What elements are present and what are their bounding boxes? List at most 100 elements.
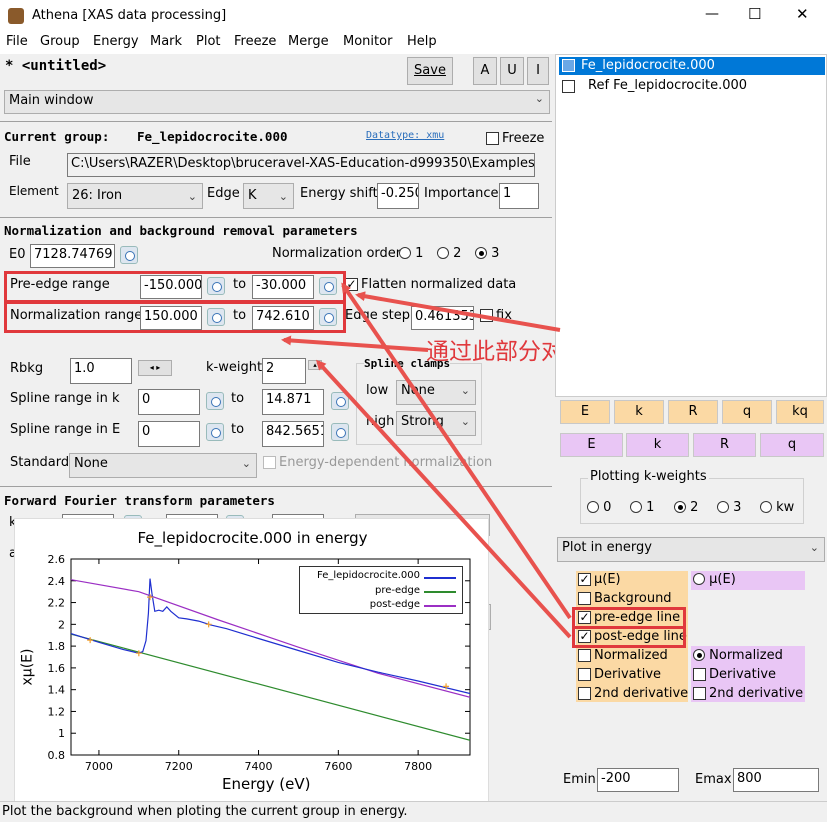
plot-k-button[interactable]: k xyxy=(614,400,664,424)
plot-marked-r-button[interactable]: R xyxy=(693,433,756,457)
kweight-spinner[interactable]: ▴ xyxy=(308,360,322,370)
pluck-icon[interactable] xyxy=(120,246,138,264)
flatten-checkbox[interactable]: ✓ xyxy=(345,278,358,291)
pluck-icon[interactable] xyxy=(331,423,349,441)
group-item-selected[interactable]: Fe_lepidocrocite.000 xyxy=(559,57,825,75)
edn-label: Energy-dependent normalization xyxy=(279,455,493,470)
rbkg-field[interactable]: 1.0 xyxy=(70,358,132,384)
menu-file[interactable]: File xyxy=(6,34,28,49)
plot-kq-button[interactable]: kq xyxy=(776,400,824,424)
title-bar: Athena [XAS data processing] — ☐ ✕ xyxy=(0,0,827,32)
minimize-icon[interactable]: — xyxy=(705,6,719,22)
spline-k-min-field[interactable]: 0 xyxy=(138,389,200,415)
menu-monitor[interactable]: Monitor xyxy=(343,34,392,49)
plot-r-button[interactable]: R xyxy=(668,400,718,424)
edge-step-label: Edge step xyxy=(345,308,410,323)
spline-e-max-field[interactable]: 842.5651 xyxy=(262,421,324,447)
datatype-link[interactable]: Datatype: xmu xyxy=(366,130,444,141)
plot-marked-e-button[interactable]: E xyxy=(560,433,623,457)
pluck-icon[interactable] xyxy=(331,392,349,410)
standard-select[interactable]: None ⌄ xyxy=(69,453,257,478)
norm-order-label: Normalization order xyxy=(272,246,402,261)
spline-e-min-field[interactable]: 0 xyxy=(138,421,200,447)
plot-marked-q-button[interactable]: q xyxy=(760,433,824,457)
norm-order-1[interactable]: 1 xyxy=(399,246,423,261)
derivative-checkbox[interactable] xyxy=(578,668,591,681)
y-tick-label: 1.4 xyxy=(48,684,66,697)
save-button[interactable]: Save xyxy=(407,57,453,85)
norm-order-3[interactable]: 3 xyxy=(475,246,499,261)
radio-selected-icon xyxy=(674,501,686,513)
legend-swatch-post xyxy=(424,605,456,607)
freeze-checkbox[interactable] xyxy=(486,132,499,145)
edn-checkbox[interactable] xyxy=(263,456,276,469)
menu-group[interactable]: Group xyxy=(40,34,80,49)
file-path-field[interactable]: C:\Users\RAZER\Desktop\bruceravel-XAS-Ed… xyxy=(67,153,535,177)
clamp-low-select[interactable]: None ⌄ xyxy=(396,380,476,405)
kweight-option-2[interactable]: 2 xyxy=(674,500,698,515)
group-item-label[interactable]: Ref Fe_lepidocrocite.000 xyxy=(588,78,747,93)
fix-checkbox[interactable] xyxy=(480,309,493,322)
menu-help[interactable]: Help xyxy=(407,34,437,49)
standard-label: Standard xyxy=(10,455,70,470)
mu-checkbox[interactable]: ✓ xyxy=(578,573,591,586)
menu-mark[interactable]: Mark xyxy=(150,34,182,49)
energy-shift-label: Energy shift xyxy=(300,186,378,201)
a-button[interactable]: A xyxy=(473,57,497,85)
legend-label-data: Fe_lepidocrocite.000 xyxy=(316,570,420,581)
plot-in-select[interactable]: Plot in energy ⌄ xyxy=(557,537,825,562)
i-button[interactable]: I xyxy=(527,57,549,85)
maximize-icon[interactable]: ☐ xyxy=(748,5,761,23)
chevron-down-icon: ⌄ xyxy=(460,415,470,428)
menu-energy[interactable]: Energy xyxy=(93,34,139,49)
view-select[interactable]: Main window ⌄ xyxy=(4,90,550,114)
clamp-high-select[interactable]: Strong ⌄ xyxy=(396,411,476,436)
marked-mu-radio[interactable]: μ(E) xyxy=(693,572,736,587)
pluck-icon[interactable] xyxy=(206,423,224,441)
second-derivative-checkbox[interactable] xyxy=(578,687,591,700)
edge-select[interactable]: K ⌄ xyxy=(243,183,294,209)
menu-merge[interactable]: Merge xyxy=(288,34,329,49)
menu-plot[interactable]: Plot xyxy=(196,34,221,49)
plot-marked-k-button[interactable]: k xyxy=(626,433,689,457)
divider xyxy=(0,121,552,122)
rbkg-label: Rbkg xyxy=(10,361,44,376)
kweight-option-3[interactable]: 3 xyxy=(717,500,741,515)
group-list[interactable]: Fe_lepidocrocite.000 Ref Fe_lepidocrocit… xyxy=(555,54,827,397)
chart-ylabel: xμ(E) xyxy=(19,648,36,686)
chart-xlabel: Energy (eV) xyxy=(222,775,311,793)
background-checkbox[interactable] xyxy=(578,592,591,605)
menu-freeze[interactable]: Freeze xyxy=(234,34,276,49)
edge-step-field[interactable]: 0.461353 xyxy=(411,306,474,330)
radio-icon xyxy=(760,501,772,513)
file-label: File xyxy=(9,154,31,169)
emax-field[interactable]: 800 xyxy=(733,768,819,792)
e0-field[interactable]: 7128.74769 xyxy=(30,244,115,268)
group-checkbox[interactable] xyxy=(562,80,575,93)
kweight-option-1[interactable]: 1 xyxy=(630,500,654,515)
emin-field[interactable]: -200 xyxy=(597,768,679,792)
marked-derivative-checkbox[interactable] xyxy=(693,668,706,681)
normalized-checkbox[interactable] xyxy=(578,649,591,662)
norm-order-2[interactable]: 2 xyxy=(437,246,461,261)
marked-normalized-radio[interactable]: Normalized xyxy=(693,648,783,663)
pluck-icon[interactable] xyxy=(206,392,224,410)
legend-swatch-pre xyxy=(424,591,456,593)
group-checkbox[interactable] xyxy=(562,59,575,72)
spline-k-max-field[interactable]: 14.871 xyxy=(262,389,324,415)
plot-e-button[interactable]: E xyxy=(560,400,610,424)
chevron-down-icon: ⌄ xyxy=(460,384,470,397)
kweight-option-kw[interactable]: kw xyxy=(760,500,794,515)
derivative-label: Derivative xyxy=(594,667,662,682)
marked-second-derivative-checkbox[interactable] xyxy=(693,687,706,700)
importance-field[interactable]: 1 xyxy=(499,183,539,209)
kweight-option-0[interactable]: 0 xyxy=(587,500,611,515)
close-icon[interactable]: ✕ xyxy=(796,5,809,23)
group-item-label: Fe_lepidocrocite.000 xyxy=(581,58,715,73)
plot-q-button[interactable]: q xyxy=(722,400,772,424)
u-button[interactable]: U xyxy=(500,57,524,85)
element-select[interactable]: 26: Iron ⌄ xyxy=(67,183,203,209)
rbkg-stepper[interactable]: ◂ ▸ xyxy=(138,360,172,376)
energy-shift-field[interactable]: -0.250 xyxy=(377,183,419,209)
kweight-field[interactable]: 2 xyxy=(262,358,306,384)
